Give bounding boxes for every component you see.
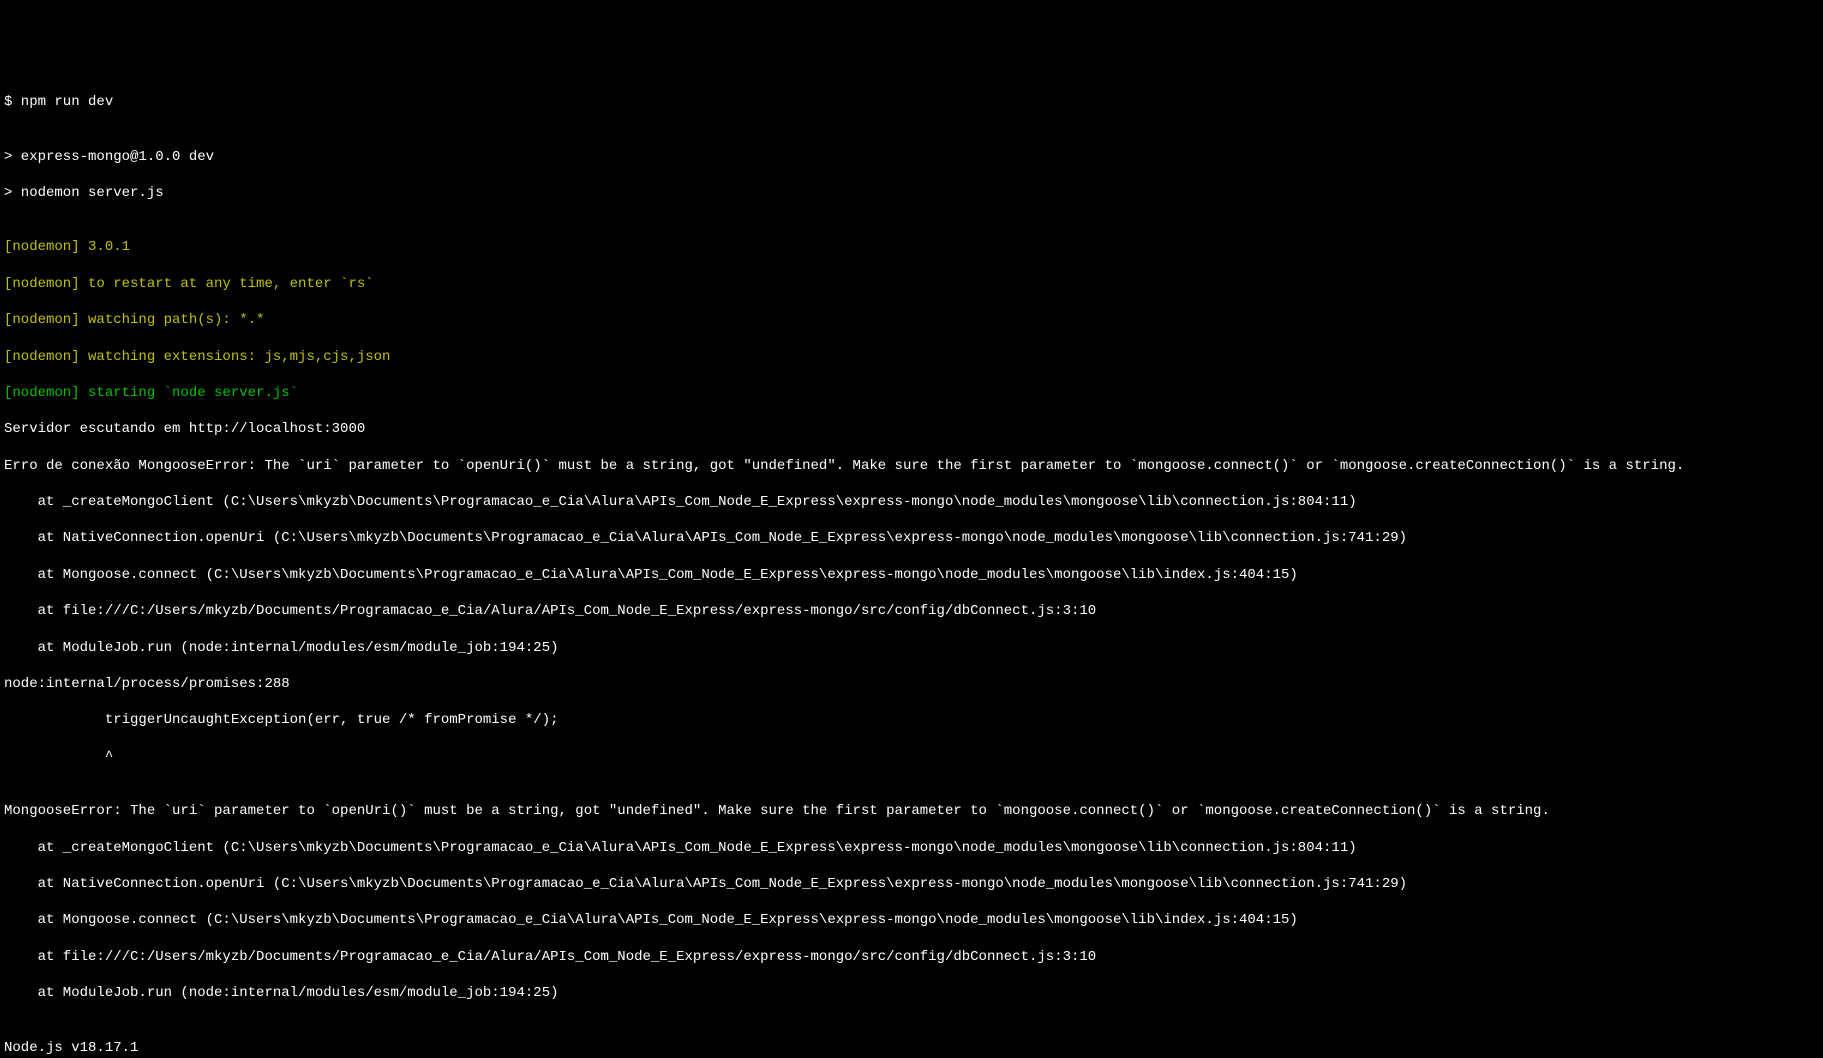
nodemon-watching-paths-line: [nodemon] watching path(s): *.* — [4, 311, 1819, 329]
caret-line: ^ — [4, 748, 1819, 766]
stack-trace-line: at Mongoose.connect (C:\Users\mkyzb\Docu… — [4, 911, 1819, 929]
stack-trace-line: at _createMongoClient (C:\Users\mkyzb\Do… — [4, 839, 1819, 857]
stack-trace-line: at file:///C:/Users/mkyzb/Documents/Prog… — [4, 602, 1819, 620]
stack-trace-line: at ModuleJob.run (node:internal/modules/… — [4, 984, 1819, 1002]
stack-trace-line: at file:///C:/Users/mkyzb/Documents/Prog… — [4, 948, 1819, 966]
node-version-line: Node.js v18.17.1 — [4, 1039, 1819, 1057]
nodemon-restart-line: [nodemon] to restart at any time, enter … — [4, 275, 1819, 293]
stack-trace-line: at _createMongoClient (C:\Users\mkyzb\Do… — [4, 493, 1819, 511]
npm-script-line: > express-mongo@1.0.0 dev — [4, 148, 1819, 166]
error-message-line: Erro de conexão MongooseError: The `uri`… — [4, 457, 1819, 475]
nodemon-watching-ext-line: [nodemon] watching extensions: js,mjs,cj… — [4, 348, 1819, 366]
nodemon-version-line: [nodemon] 3.0.1 — [4, 238, 1819, 256]
stack-trace-line: at NativeConnection.openUri (C:\Users\mk… — [4, 529, 1819, 547]
npm-script-line: > nodemon server.js — [4, 184, 1819, 202]
internal-process-line: node:internal/process/promises:288 — [4, 675, 1819, 693]
nodemon-starting-line: [nodemon] starting `node server.js` — [4, 384, 1819, 402]
trigger-uncaught-line: triggerUncaughtException(err, true /* fr… — [4, 711, 1819, 729]
server-listening-line: Servidor escutando em http://localhost:3… — [4, 420, 1819, 438]
terminal-output[interactable]: $ npm run dev > express-mongo@1.0.0 dev … — [4, 75, 1819, 1058]
command-line: $ npm run dev — [4, 93, 1819, 111]
stack-trace-line: at ModuleJob.run (node:internal/modules/… — [4, 639, 1819, 657]
error-message-line: MongooseError: The `uri` parameter to `o… — [4, 802, 1819, 820]
stack-trace-line: at Mongoose.connect (C:\Users\mkyzb\Docu… — [4, 566, 1819, 584]
stack-trace-line: at NativeConnection.openUri (C:\Users\mk… — [4, 875, 1819, 893]
